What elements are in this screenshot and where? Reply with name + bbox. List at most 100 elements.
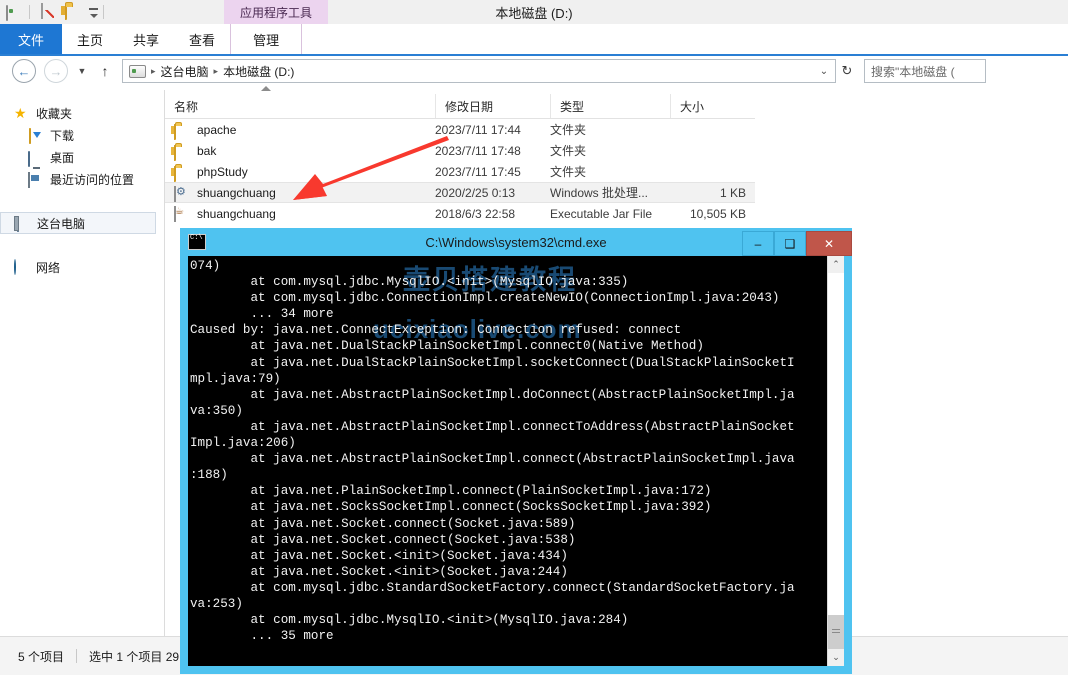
network-icon (14, 259, 30, 275)
column-header-type[interactable]: 类型 (550, 94, 670, 118)
file-name-cell: shuangchuang (165, 206, 435, 222)
sort-ascending-icon (261, 86, 271, 91)
customize-quick-access-icon[interactable] (89, 8, 98, 16)
file-date-cell: 2023/7/11 17:44 (435, 123, 550, 137)
status-item-count: 5 个项目 (18, 648, 64, 665)
file-size-cell: 1 KB (670, 186, 754, 200)
console-screen[interactable]: 壶贝搭建教程 ucixiaolive.com 074) at com.mysql… (188, 256, 844, 666)
column-header-date[interactable]: 修改日期 (435, 94, 550, 118)
file-name-text: phpStudy (197, 165, 248, 179)
folder-icon (174, 164, 190, 180)
file-date-cell: 2018/6/3 22:58 (435, 207, 550, 221)
tab-home[interactable]: 主页 (62, 24, 118, 54)
downloads-icon (28, 127, 44, 143)
sidebar-item-downloads[interactable]: 下载 (0, 124, 164, 146)
tab-view[interactable]: 查看 (174, 24, 230, 54)
maximize-button[interactable]: ❑ (774, 231, 806, 256)
file-rows: apache 2023/7/11 17:44 文件夹 bak 2023/7/11… (165, 119, 755, 224)
status-divider (76, 649, 77, 663)
file-type-cell: 文件夹 (550, 163, 670, 180)
grip-icon (832, 629, 840, 635)
breadcrumb-separator-1: ▸ (214, 66, 219, 77)
search-placeholder: 搜索"本地磁盘 ( (871, 63, 955, 80)
toolbar-divider (29, 5, 30, 19)
file-type-cell: Windows 批处理... (550, 184, 670, 201)
scroll-up-icon[interactable]: ⌃ (828, 256, 844, 273)
drive-icon[interactable] (6, 3, 24, 21)
sidebar-item-favorites[interactable]: ★ 收藏夹 (0, 102, 164, 124)
sidebar-item-recent-places[interactable]: 最近访问的位置 (0, 168, 164, 190)
column-header-name[interactable]: 名称 (165, 94, 435, 118)
address-bar-row: ← → ▼ ↑ ▸ 这台电脑 ▸ 本地磁盘 (D:) ⌄ ↻ 搜索"本地磁盘 ( (0, 56, 1068, 86)
cmd-title-bar[interactable]: C:\Windows\system32\cmd.exe – ❑ ✕ (180, 228, 852, 256)
console-scrollbar[interactable]: ⌃ ⌄ (827, 256, 844, 666)
table-row[interactable]: shuangchuang 2018/6/3 22:58 Executable J… (165, 203, 755, 224)
status-selection: 选中 1 个项目 29 (89, 648, 179, 665)
sidebar-label-favorites: 收藏夹 (36, 105, 72, 122)
column-header-row: 名称 修改日期 类型 大小 (165, 94, 755, 119)
jar-file-icon (174, 206, 190, 222)
table-row[interactable]: apache 2023/7/11 17:44 文件夹 (165, 119, 755, 140)
column-label-size: 大小 (680, 98, 704, 115)
file-name-text: apache (197, 123, 236, 137)
address-history-icon[interactable]: ⌄ (813, 66, 835, 77)
close-button[interactable]: ✕ (806, 231, 852, 256)
contextual-tab-group: 应用程序工具 (224, 0, 328, 24)
up-button[interactable]: ↑ (96, 63, 114, 79)
file-name-text: shuangchuang (197, 186, 276, 200)
file-name-cell: bak (165, 143, 435, 159)
file-name-text: bak (197, 144, 216, 158)
column-label-date: 修改日期 (445, 98, 493, 115)
file-type-cell: 文件夹 (550, 142, 670, 159)
recent-places-icon (28, 171, 44, 187)
tab-manage[interactable]: 管理 (230, 24, 302, 54)
scrollbar-thumb[interactable] (828, 615, 844, 649)
file-date-cell: 2020/2/25 0:13 (435, 186, 550, 200)
table-row-selected[interactable]: shuangchuang 2020/2/25 0:13 Windows 批处理.… (165, 182, 755, 203)
sidebar-label-desktop: 桌面 (50, 149, 74, 166)
file-type-cell: 文件夹 (550, 121, 670, 138)
folder-icon[interactable] (65, 3, 83, 21)
breadcrumb-local-disk[interactable]: 本地磁盘 (D:) (223, 63, 294, 80)
tab-share[interactable]: 共享 (118, 24, 174, 54)
file-date-cell: 2023/7/11 17:45 (435, 165, 550, 179)
file-name-text: shuangchuang (197, 207, 276, 221)
scroll-down-icon[interactable]: ⌄ (828, 649, 844, 666)
bat-file-icon (174, 185, 190, 201)
file-name-cell: phpStudy (165, 164, 435, 180)
file-name-cell: shuangchuang (165, 185, 435, 201)
back-button[interactable]: ← (12, 59, 36, 83)
forward-button[interactable]: → (44, 59, 68, 83)
quick-access-toolbar (0, 0, 1068, 25)
sidebar-label-downloads: 下载 (50, 127, 74, 144)
this-pc-icon (15, 215, 31, 231)
star-icon: ★ (14, 105, 30, 121)
file-size-cell: 10,505 KB (670, 207, 754, 221)
folder-icon (174, 122, 190, 138)
navigation-pane: ★ 收藏夹 下载 桌面 最近访问的位置 这台电脑 网络 (0, 90, 165, 636)
refresh-icon[interactable]: ↻ (836, 63, 858, 79)
table-row[interactable]: bak 2023/7/11 17:48 文件夹 (165, 140, 755, 161)
file-name-cell: apache (165, 122, 435, 138)
sidebar-item-desktop[interactable]: 桌面 (0, 146, 164, 168)
minimize-button[interactable]: – (742, 231, 774, 256)
sidebar-item-network[interactable]: 网络 (0, 256, 164, 278)
search-input[interactable]: 搜索"本地磁盘 ( (864, 59, 986, 83)
cmd-window[interactable]: C:\Windows\system32\cmd.exe – ❑ ✕ 壶贝搭建教程… (180, 228, 852, 674)
toolbar-divider-2 (103, 5, 104, 19)
desktop-icon (28, 149, 44, 165)
table-row[interactable]: phpStudy 2023/7/11 17:45 文件夹 (165, 161, 755, 182)
address-bar[interactable]: ▸ 这台电脑 ▸ 本地磁盘 (D:) ⌄ (122, 59, 836, 83)
folder-icon (174, 143, 190, 159)
column-header-size[interactable]: 大小 (670, 94, 755, 118)
recent-locations-icon[interactable]: ▼ (74, 66, 90, 76)
contextual-tab-group-label: 应用程序工具 (240, 4, 312, 21)
new-file-icon[interactable] (41, 3, 59, 21)
file-type-cell: Executable Jar File (550, 207, 670, 221)
sidebar-item-this-pc[interactable]: 这台电脑 (0, 212, 156, 234)
sidebar-label-this-pc: 这台电脑 (37, 215, 85, 232)
breadcrumb-this-pc[interactable]: 这台电脑 (161, 63, 209, 80)
sidebar-label-recent-places: 最近访问的位置 (50, 171, 134, 188)
file-date-cell: 2023/7/11 17:48 (435, 144, 550, 158)
tab-file[interactable]: 文件 (0, 24, 62, 54)
